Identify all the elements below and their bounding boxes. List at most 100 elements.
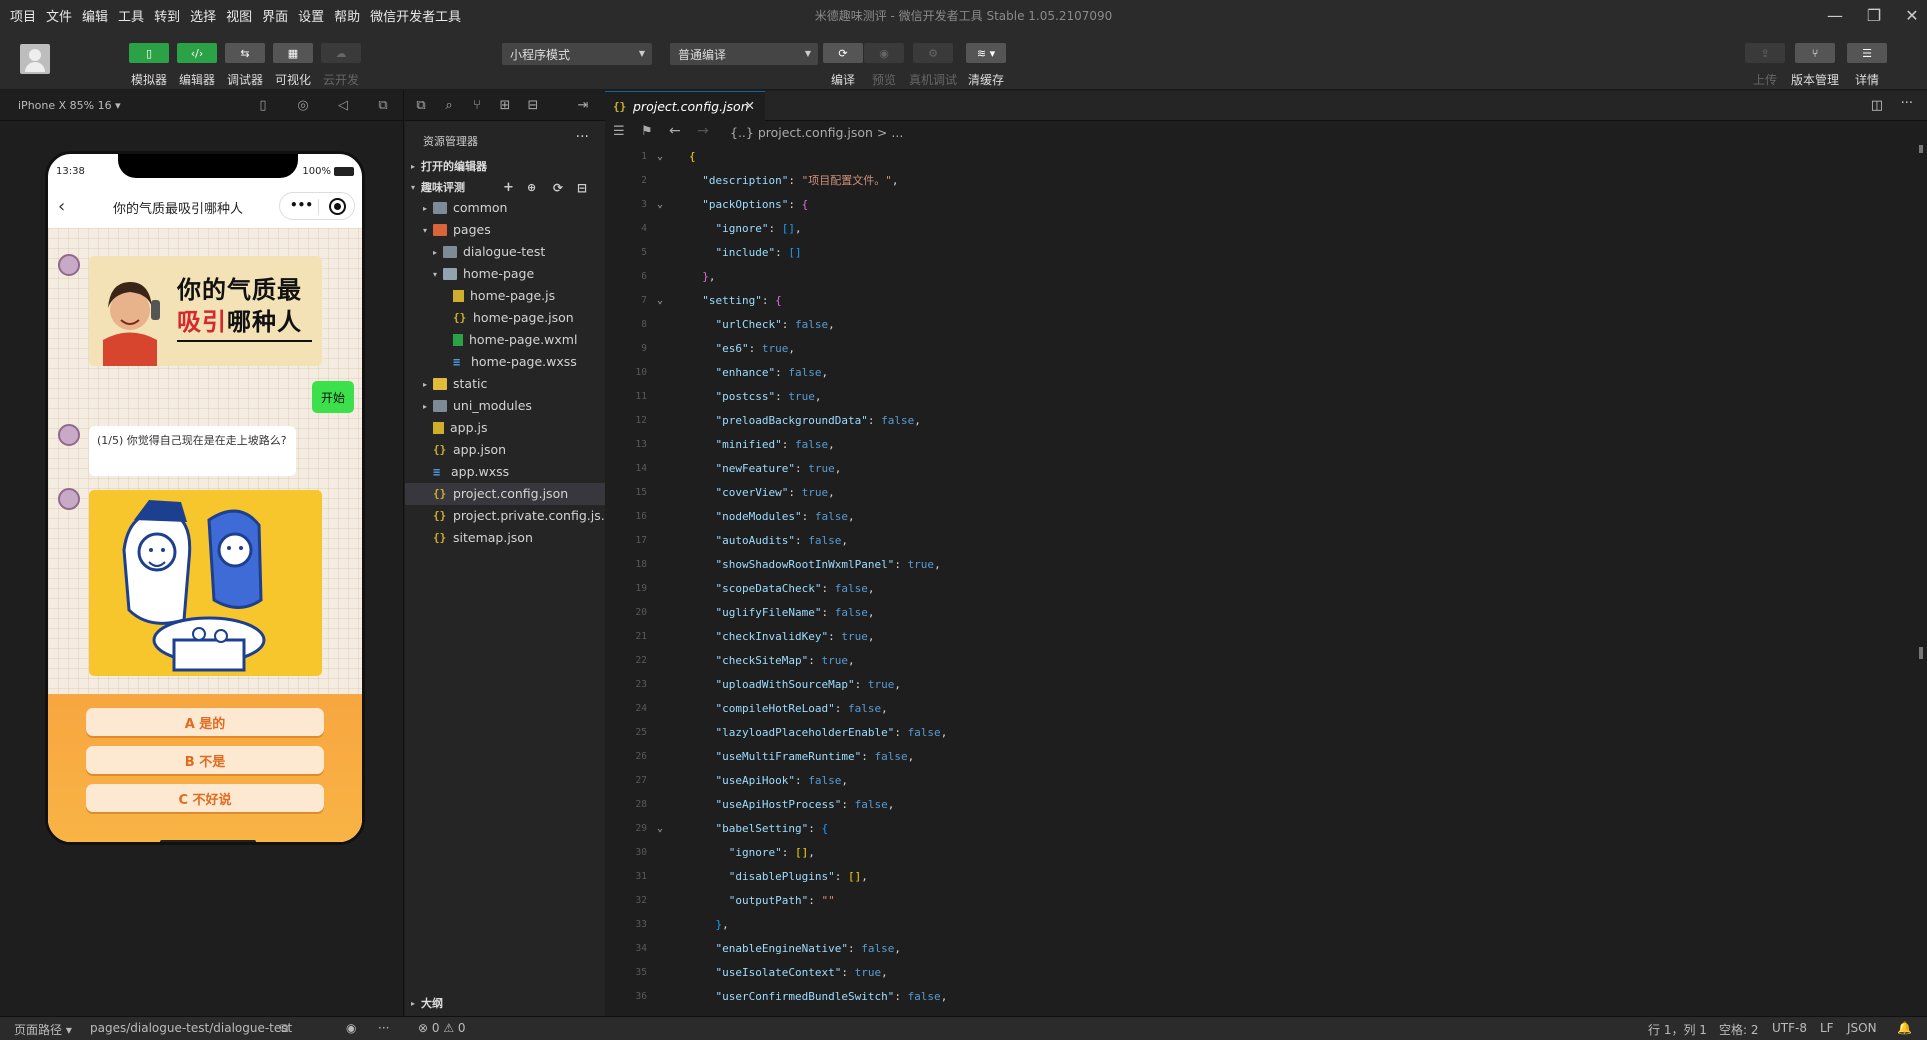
close-miniprogram-icon[interactable] (329, 198, 346, 215)
code-line[interactable]: 17 "autoAudits": false, (605, 529, 1905, 553)
code-line[interactable]: 26 "useMultiFrameRuntime": false, (605, 745, 1905, 769)
tree-item-project-private-config-js[interactable]: {} project.private.config.js... (405, 505, 605, 527)
code-line[interactable]: 24 "compileHotReLoad": false, (605, 697, 1905, 721)
record-icon[interactable]: ◎ (295, 98, 311, 114)
refresh-icon[interactable]: ⟳ (553, 178, 563, 198)
fold-chevron-icon[interactable]: ⌄ (657, 817, 663, 841)
extensions-icon[interactable]: ⊞ (497, 98, 513, 114)
capsule-menu[interactable]: ••• (279, 192, 355, 220)
compile-button[interactable]: ⟳ (823, 43, 863, 63)
back-arrow-icon[interactable]: ← (669, 123, 681, 139)
version-control-button[interactable]: ⑂ (1795, 43, 1835, 63)
tree-item-home-page-json[interactable]: {} home-page.json (405, 307, 605, 329)
simulator-toggle-button[interactable]: ▯ (129, 43, 169, 63)
project-section[interactable]: ▾ 趣味评测 + ⊕ ⟳ ⊟ (405, 178, 605, 198)
more-icon[interactable]: ··· (378, 1021, 389, 1035)
list-icon[interactable]: ☰ (613, 124, 625, 139)
notification-bell-icon[interactable]: 🔔 (1897, 1021, 1912, 1035)
more-actions-icon[interactable]: ··· (1901, 96, 1913, 111)
collapse-all-icon[interactable]: ⊟ (577, 178, 587, 198)
menu-item-settings[interactable]: 设置 (298, 6, 324, 25)
search-icon[interactable]: ⌕ (441, 98, 457, 114)
tab-project-config[interactable]: {} project.config.json ✕ (605, 91, 765, 121)
code-line[interactable]: 33 }, (605, 913, 1905, 937)
eye-icon[interactable]: ◉ (346, 1021, 356, 1035)
code-line[interactable]: 6 }, (605, 265, 1905, 289)
answer-option-a[interactable]: A 是的 (86, 708, 324, 736)
cloud-dev-button[interactable]: ☁ (321, 43, 361, 63)
tree-item-app-wxss[interactable]: ≡ app.wxss (405, 461, 605, 483)
tree-item-uni-modules[interactable]: ▸ uni_modules (405, 395, 605, 417)
tree-item-home-page-wxml[interactable]: home-page.wxml (405, 329, 605, 351)
code-line[interactable]: 11 "postcss": true, (605, 385, 1905, 409)
code-line[interactable]: 32 "outputPath": "" (605, 889, 1905, 913)
compile-select[interactable]: 普通编译 ▼ (670, 43, 818, 65)
clear-cache-button[interactable]: ≋ ▾ (966, 43, 1006, 63)
tree-item-static[interactable]: ▸ static (405, 373, 605, 395)
menu-item-goto[interactable]: 转到 (154, 6, 180, 25)
phone-icon[interactable]: ▯ (255, 98, 271, 114)
visual-toggle-button[interactable]: ▦ (273, 43, 313, 63)
code-line[interactable]: 2 "description": "项目配置文件。", (605, 169, 1905, 193)
device-select[interactable]: iPhone X 85% 16 ▾ (18, 99, 121, 112)
back-arrow-icon[interactable]: ‹ (58, 196, 65, 217)
menu-item-devtools[interactable]: 微信开发者工具 (370, 6, 461, 25)
menu-item-view[interactable]: 视图 (226, 6, 252, 25)
fold-chevron-icon[interactable]: ⌄ (657, 193, 663, 217)
tree-item-dialogue-test[interactable]: ▸ dialogue-test (405, 241, 605, 263)
outline-section[interactable]: ▸ 大纲 (405, 994, 605, 1014)
code-line[interactable]: 9 "es6": true, (605, 337, 1905, 361)
code-line[interactable]: 5 "include": [] (605, 241, 1905, 265)
encoding[interactable]: UTF-8 (1772, 1021, 1807, 1035)
code-line[interactable]: 3 ⌄ "packOptions": { (605, 193, 1905, 217)
answer-option-b[interactable]: B 不是 (86, 746, 324, 774)
tree-item-app-js[interactable]: app.js (405, 417, 605, 439)
editor-toggle-button[interactable]: ‹/› (177, 43, 217, 63)
open-editors-section[interactable]: ▸ 打开的编辑器 (405, 157, 605, 177)
explorer-icon[interactable]: ⧉ (413, 98, 429, 114)
code-line[interactable]: 30 "ignore": [], (605, 841, 1905, 865)
code-line[interactable]: 27 "useApiHook": false, (605, 769, 1905, 793)
code-line[interactable]: 25 "lazyloadPlaceholderEnable": false, (605, 721, 1905, 745)
code-line[interactable]: 29 ⌄ "babelSetting": { (605, 817, 1905, 841)
tree-item-home-page[interactable]: ▾ home-page (405, 263, 605, 285)
tree-item-app-json[interactable]: {} app.json (405, 439, 605, 461)
code-line[interactable]: 36 "userConfirmedBundleSwitch": false, (605, 985, 1905, 1009)
debugger-toggle-button[interactable]: ⇆ (225, 43, 265, 63)
more-dots-icon[interactable]: ••• (290, 198, 313, 212)
volume-icon[interactable]: ◁ (335, 98, 351, 114)
code-line[interactable]: 13 "minified": false, (605, 433, 1905, 457)
cursor-position[interactable]: 行 1，列 1 (1648, 1021, 1707, 1038)
code-line[interactable]: 35 "useIsolateContext": true, (605, 961, 1905, 985)
fold-chevron-icon[interactable]: ⌄ (657, 289, 663, 313)
tree-item-common[interactable]: ▸ common (405, 197, 605, 219)
code-line[interactable]: 18 "showShadowRootInWxmlPanel": true, (605, 553, 1905, 577)
scrollbar-thumb[interactable] (1919, 145, 1923, 153)
copy-icon[interactable]: ⧉ (280, 1021, 289, 1036)
breadcrumb[interactable]: {..} project.config.json > ... (730, 125, 903, 140)
end-of-line[interactable]: LF (1820, 1021, 1834, 1035)
menu-item-project[interactable]: 项目 (10, 6, 36, 25)
start-button[interactable]: 开始 (312, 381, 354, 413)
remote-debug-button[interactable]: ⚙ (913, 43, 953, 63)
code-line[interactable]: 10 "enhance": false, (605, 361, 1905, 385)
code-editor[interactable]: 1 ⌄ {2 "description": "项目配置文件。", 3 ⌄ "packOp… (605, 145, 1915, 1011)
page-path[interactable]: pages/dialogue-test/dialogue-test (90, 1021, 292, 1035)
code-line[interactable]: 14 "newFeature": true, (605, 457, 1905, 481)
problems-indicator[interactable]: ⊗ 0 ⚠ 0 (418, 1021, 466, 1035)
toggle-panel-icon[interactable]: ⇥ (575, 98, 591, 114)
tree-item-home-page-js[interactable]: home-page.js (405, 285, 605, 307)
menu-item-select[interactable]: 选择 (190, 6, 216, 25)
code-line[interactable]: 1 ⌄ { (605, 145, 1905, 169)
mode-select[interactable]: 小程序模式 ▼ (502, 43, 652, 65)
source-control-icon[interactable]: ⑂ (469, 98, 485, 114)
forward-arrow-icon[interactable]: → (697, 123, 709, 139)
split-editor-icon[interactable]: ◫ (1871, 98, 1883, 113)
code-line[interactable]: 23 "uploadWithSourceMap": true, (605, 673, 1905, 697)
new-folder-icon[interactable]: ⊕ (527, 178, 536, 198)
answer-option-c[interactable]: C 不好说 (86, 784, 324, 812)
code-line[interactable]: 22 "checkSiteMap": true, (605, 649, 1905, 673)
code-line[interactable]: 28 "useApiHostProcess": false, (605, 793, 1905, 817)
menu-item-interface[interactable]: 界面 (262, 6, 288, 25)
language-mode[interactable]: JSON (1847, 1021, 1877, 1035)
